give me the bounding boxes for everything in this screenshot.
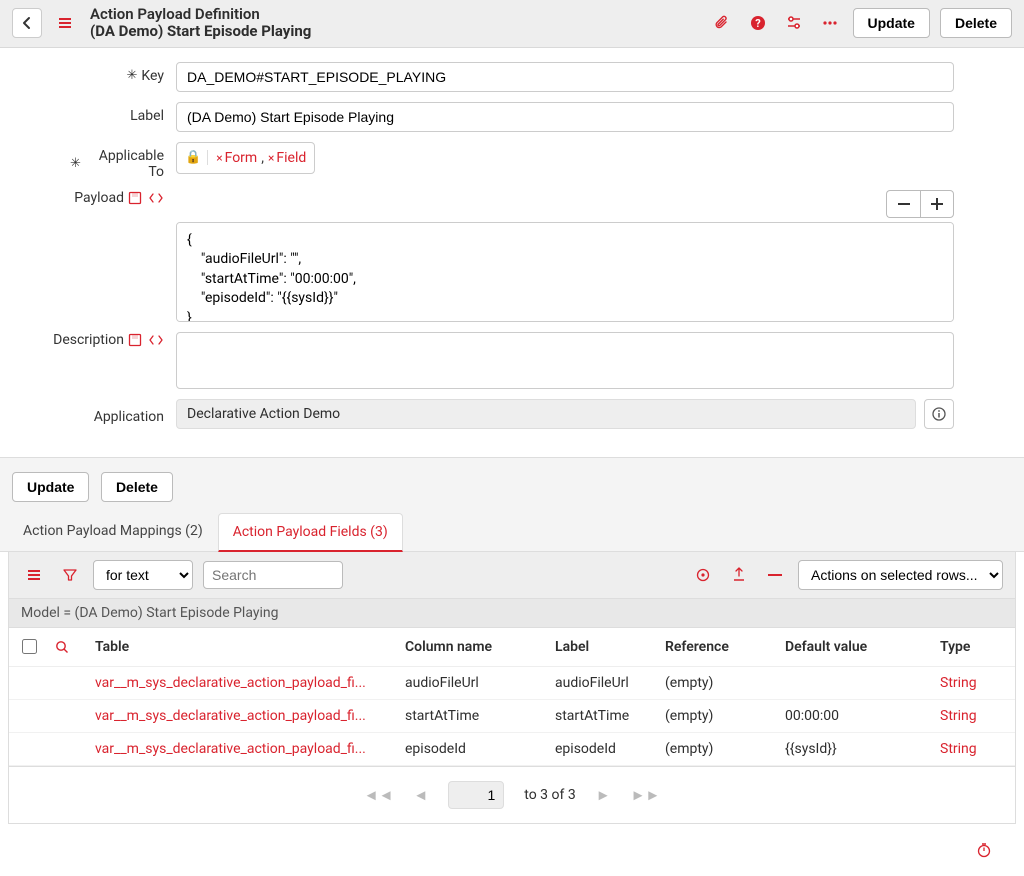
save-icon[interactable] <box>128 191 142 205</box>
application-label: Application <box>94 409 164 425</box>
actions-select[interactable]: Actions on selected rows... <box>798 560 1003 590</box>
search-column-icon[interactable] <box>49 640 89 654</box>
row-reference: (empty) <box>659 675 779 691</box>
model-filter-row[interactable]: Model = (DA Demo) Start Episode Playing <box>8 599 1016 628</box>
key-input[interactable] <box>176 62 954 92</box>
zoom-out-button[interactable] <box>886 190 920 218</box>
row-label: audioFileUrl <box>549 675 659 691</box>
footer <box>0 824 1024 876</box>
row-table-link[interactable]: var__m_sys_declarative_action_payload_fi… <box>89 708 399 724</box>
data-grid: Table Column name Label Reference Defaul… <box>8 628 1016 767</box>
payload-textarea[interactable]: { "audioFileUrl": "", "startAtTime": "00… <box>176 222 954 322</box>
row-label: episodeId <box>549 741 659 757</box>
label-input[interactable] <box>176 102 954 132</box>
applicable-to-field[interactable]: 🔒 ×Form, ×Field <box>176 142 315 174</box>
lower-delete-button[interactable]: Delete <box>101 472 173 502</box>
info-button[interactable] <box>924 399 954 429</box>
header-bar: Action Payload Definition (DA Demo) Star… <box>0 0 1024 48</box>
description-label: Description <box>53 332 124 348</box>
col-type[interactable]: Type <box>934 639 1014 655</box>
chevron-left-icon <box>21 16 33 30</box>
attachment-icon[interactable] <box>709 10 735 36</box>
header-delete-button[interactable]: Delete <box>940 8 1012 38</box>
code-icon[interactable] <box>148 334 164 346</box>
zoom-in-button[interactable] <box>920 190 954 218</box>
form-section: ✳ Key Label ✳ Applicable To 🔒 ×Form, ×Fi… <box>0 48 1024 457</box>
payload-label: Payload <box>74 190 124 206</box>
personalize-icon[interactable] <box>690 562 716 588</box>
remove-icon[interactable] <box>762 562 788 588</box>
pager: ◄◄ ◄ to 3 of 3 ► ►► <box>8 767 1016 824</box>
header-update-button[interactable]: Update <box>853 8 930 38</box>
pager-range-text: to 3 of 3 <box>524 787 575 803</box>
tab-payload-fields[interactable]: Action Payload Fields (3) <box>218 513 403 552</box>
save-icon[interactable] <box>128 333 142 347</box>
help-icon[interactable]: ? <box>745 10 771 36</box>
timer-icon[interactable] <box>976 842 992 858</box>
pager-page-input[interactable] <box>448 781 504 809</box>
lower-actions: Update Delete <box>0 457 1024 512</box>
pager-first-icon[interactable]: ◄◄ <box>364 786 394 804</box>
page-title-line2: (DA Demo) Start Episode Playing <box>90 23 311 40</box>
back-button[interactable] <box>12 8 42 38</box>
row-reference: (empty) <box>659 708 779 724</box>
tab-payload-mappings[interactable]: Action Payload Mappings (2) <box>8 512 218 551</box>
application-value: Declarative Action Demo <box>176 399 916 429</box>
col-column-name[interactable]: Column name <box>399 639 549 655</box>
select-all-checkbox[interactable] <box>22 639 37 654</box>
row-table-link[interactable]: var__m_sys_declarative_action_payload_fi… <box>89 675 399 691</box>
table-row: var__m_sys_declarative_action_payload_fi… <box>9 667 1015 700</box>
applicable-to-label: Applicable To <box>85 148 164 180</box>
row-table-link[interactable]: var__m_sys_declarative_action_payload_fi… <box>89 741 399 757</box>
minus-plus-group <box>886 190 954 218</box>
required-icon: ✳ <box>70 156 81 171</box>
tabs-row: Action Payload Mappings (2) Action Paylo… <box>0 512 1024 552</box>
label-label: Label <box>130 108 164 124</box>
menu-icon[interactable] <box>52 10 78 36</box>
code-icon[interactable] <box>148 192 164 204</box>
export-icon[interactable] <box>726 562 752 588</box>
page-title: Action Payload Definition (DA Demo) Star… <box>90 6 311 41</box>
row-label: startAtTime <box>549 708 659 724</box>
more-icon[interactable] <box>817 10 843 36</box>
row-type[interactable]: String <box>934 708 1014 724</box>
settings-sliders-icon[interactable] <box>781 10 807 36</box>
lower-update-button[interactable]: Update <box>12 472 89 502</box>
description-textarea[interactable] <box>176 332 954 389</box>
row-default: 00:00:00 <box>779 708 934 724</box>
col-default-value[interactable]: Default value <box>779 639 934 655</box>
col-reference[interactable]: Reference <box>659 639 779 655</box>
row-column-name: audioFileUrl <box>399 675 549 691</box>
applicable-to-tag-form[interactable]: ×Form <box>216 150 257 166</box>
col-label[interactable]: Label <box>549 639 659 655</box>
row-default: {{sysId}} <box>779 741 934 757</box>
required-icon: ✳ <box>127 68 138 83</box>
info-icon <box>932 407 946 421</box>
grid-header: Table Column name Label Reference Defaul… <box>9 628 1015 667</box>
filter-icon[interactable] <box>57 562 83 588</box>
table-toolbar: for text Actions on selected rows... <box>8 552 1016 599</box>
page-title-line1: Action Payload Definition <box>90 6 311 23</box>
row-type[interactable]: String <box>934 675 1014 691</box>
lock-icon: 🔒 <box>185 150 208 165</box>
pager-last-icon[interactable]: ►► <box>631 786 661 804</box>
svg-text:?: ? <box>755 17 761 30</box>
table-row: var__m_sys_declarative_action_payload_fi… <box>9 700 1015 733</box>
row-type[interactable]: String <box>934 741 1014 757</box>
filter-mode-select[interactable]: for text <box>93 560 193 590</box>
search-input[interactable] <box>203 561 343 589</box>
applicable-to-tag-field[interactable]: ×Field <box>268 150 306 166</box>
col-table[interactable]: Table <box>89 639 399 655</box>
pager-next-icon[interactable]: ► <box>596 786 611 804</box>
list-menu-icon[interactable] <box>21 562 47 588</box>
key-label: Key <box>141 68 164 84</box>
row-column-name: startAtTime <box>399 708 549 724</box>
row-reference: (empty) <box>659 741 779 757</box>
row-column-name: episodeId <box>399 741 549 757</box>
pager-prev-icon[interactable]: ◄ <box>413 786 428 804</box>
table-row: var__m_sys_declarative_action_payload_fi… <box>9 733 1015 766</box>
